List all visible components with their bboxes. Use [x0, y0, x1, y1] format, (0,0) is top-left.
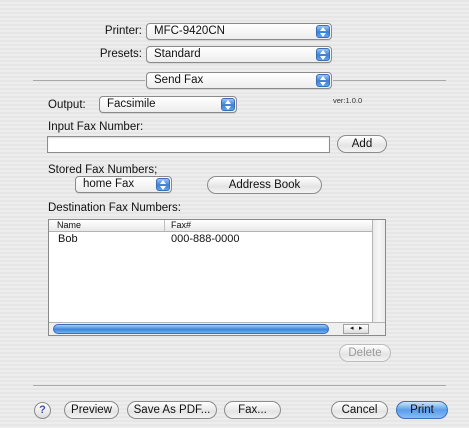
version-text: ver:1.0.0	[333, 96, 363, 105]
destination-fax-numbers-label: Destination Fax Numbers:	[48, 202, 181, 214]
presets-popup[interactable]: Standard	[146, 46, 332, 63]
separator-line	[33, 80, 145, 81]
destination-table[interactable]: Name Fax# Bob 000-888-0000 ◂ ▸	[48, 219, 386, 336]
row-name-cell: Bob	[58, 233, 78, 245]
column-header-name[interactable]: Name	[57, 220, 81, 230]
popup-arrows-icon	[156, 178, 170, 191]
popup-arrows-icon	[316, 48, 330, 61]
preview-button[interactable]: Preview	[64, 401, 119, 419]
output-value: Facsimile	[107, 98, 156, 110]
panel-popup[interactable]: Send Fax	[146, 72, 332, 89]
separator-line	[333, 80, 446, 81]
printer-value: MFC-9420CN	[154, 25, 225, 37]
popup-arrows-icon	[221, 98, 235, 111]
table-header: Name Fax#	[49, 220, 373, 232]
scroll-right-icon[interactable]: ▸	[359, 325, 363, 333]
fax-button[interactable]: Fax...	[224, 401, 281, 419]
stored-fax-value: home Fax	[83, 178, 135, 190]
address-book-button[interactable]: Address Book	[207, 176, 322, 194]
stored-fax-popup[interactable]: home Fax	[75, 176, 172, 193]
panel-value: Send Fax	[154, 74, 204, 86]
horizontal-scroll-thumb[interactable]	[53, 324, 329, 334]
stored-fax-numbers-label: Stored Fax Numbers;	[48, 164, 158, 176]
add-button[interactable]: Add	[337, 135, 387, 153]
row-fax-cell: 000-888-0000	[171, 233, 240, 245]
output-label: Output:	[48, 99, 86, 111]
column-header-fax[interactable]: Fax#	[171, 220, 191, 230]
help-icon[interactable]: ?	[34, 402, 51, 419]
print-button[interactable]: Print	[396, 401, 448, 419]
presets-value: Standard	[154, 48, 201, 60]
printer-popup[interactable]: MFC-9420CN	[146, 23, 332, 40]
popup-arrows-icon	[316, 25, 330, 38]
printer-label: Printer:	[104, 25, 142, 37]
save-as-pdf-button[interactable]: Save As PDF...	[127, 401, 217, 419]
fax-number-input[interactable]	[47, 136, 330, 153]
column-divider	[164, 220, 165, 231]
cancel-button[interactable]: Cancel	[331, 401, 388, 419]
scroll-left-icon[interactable]: ◂	[350, 325, 354, 333]
bottom-separator	[33, 385, 446, 386]
presets-label: Presets:	[99, 48, 142, 60]
input-fax-number-label: Input Fax Number:	[48, 121, 144, 133]
output-popup[interactable]: Facsimile	[99, 96, 237, 113]
table-row[interactable]: Bob 000-888-0000	[49, 233, 373, 246]
horizontal-scrollbar[interactable]: ◂ ▸	[49, 322, 385, 335]
vertical-scrollbar[interactable]	[372, 220, 385, 323]
scroll-arrows[interactable]: ◂ ▸	[343, 324, 369, 334]
delete-button[interactable]: Delete	[339, 344, 391, 362]
popup-arrows-icon	[316, 74, 330, 87]
